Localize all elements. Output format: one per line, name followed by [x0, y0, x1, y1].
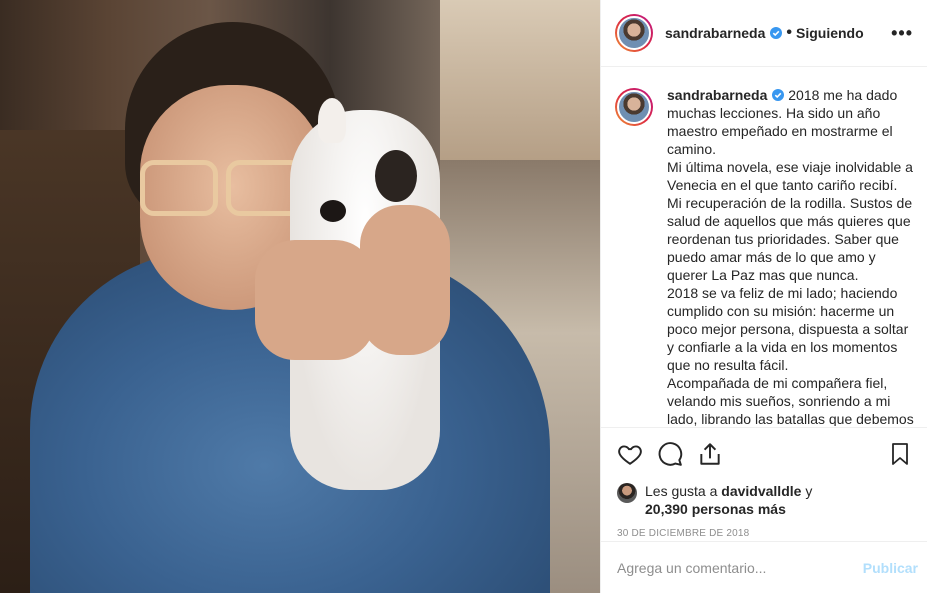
post-actions: Les gusta a davidvalldle y 20,390 person… [601, 427, 927, 539]
comments-section[interactable]: sandrabarneda 2018 me ha dado muchas lec… [601, 68, 927, 426]
bookmark-icon[interactable] [888, 441, 912, 467]
liker-avatar[interactable] [617, 483, 637, 503]
follow-status-button[interactable]: Siguiendo [796, 25, 864, 41]
comment-icon[interactable] [657, 441, 683, 467]
caption-text: sandrabarneda 2018 me ha dado muchas lec… [667, 86, 914, 426]
likes-prefix: Les gusta a [645, 483, 722, 499]
likes-summary: Les gusta a davidvalldle y 20,390 person… [617, 482, 912, 518]
post-photo[interactable] [0, 0, 600, 593]
caption-comment: sandrabarneda 2018 me ha dado muchas lec… [615, 86, 914, 426]
likes-user-link[interactable]: davidvalldle [721, 483, 801, 499]
likes-count-link[interactable]: 20,390 personas más [645, 501, 786, 517]
photo-glasses [140, 160, 310, 220]
photo-background-window [440, 0, 600, 160]
post-sidebar: sandrabarneda • Siguiendo ••• sandrabarn… [600, 0, 927, 593]
photo-hand-left [255, 240, 375, 360]
likes-join: y [801, 483, 813, 499]
caption-username[interactable]: sandrabarneda [667, 87, 767, 103]
heart-icon[interactable] [617, 441, 643, 467]
more-options-icon[interactable]: ••• [891, 23, 913, 44]
post-date[interactable]: 30 DE DICIEMBRE DE 2018 [617, 528, 912, 539]
header-username[interactable]: sandrabarneda [665, 25, 783, 41]
post-header: sandrabarneda • Siguiendo ••• [601, 0, 927, 67]
header-separator: • [786, 24, 792, 41]
comment-input[interactable]: Agrega un comentario... [617, 560, 766, 576]
caption-body: 2018 me ha dado muchas lecciones. Ha sid… [667, 87, 914, 426]
share-icon[interactable] [697, 441, 723, 467]
caption-avatar[interactable] [615, 88, 653, 126]
photo-puppy-ear [318, 98, 346, 143]
publish-button[interactable]: Publicar [863, 560, 918, 576]
photo-hand-right [360, 205, 450, 355]
verified-badge-icon [770, 27, 783, 39]
add-comment-bar: Agrega un comentario... Publicar [601, 541, 927, 593]
action-icons [617, 438, 912, 470]
photo-puppy-nose [320, 200, 346, 222]
likes-text: Les gusta a davidvalldle y 20,390 person… [645, 482, 812, 518]
verified-badge-icon [772, 89, 785, 101]
profile-avatar[interactable] [615, 14, 653, 52]
photo-puppy-patch [375, 150, 417, 202]
